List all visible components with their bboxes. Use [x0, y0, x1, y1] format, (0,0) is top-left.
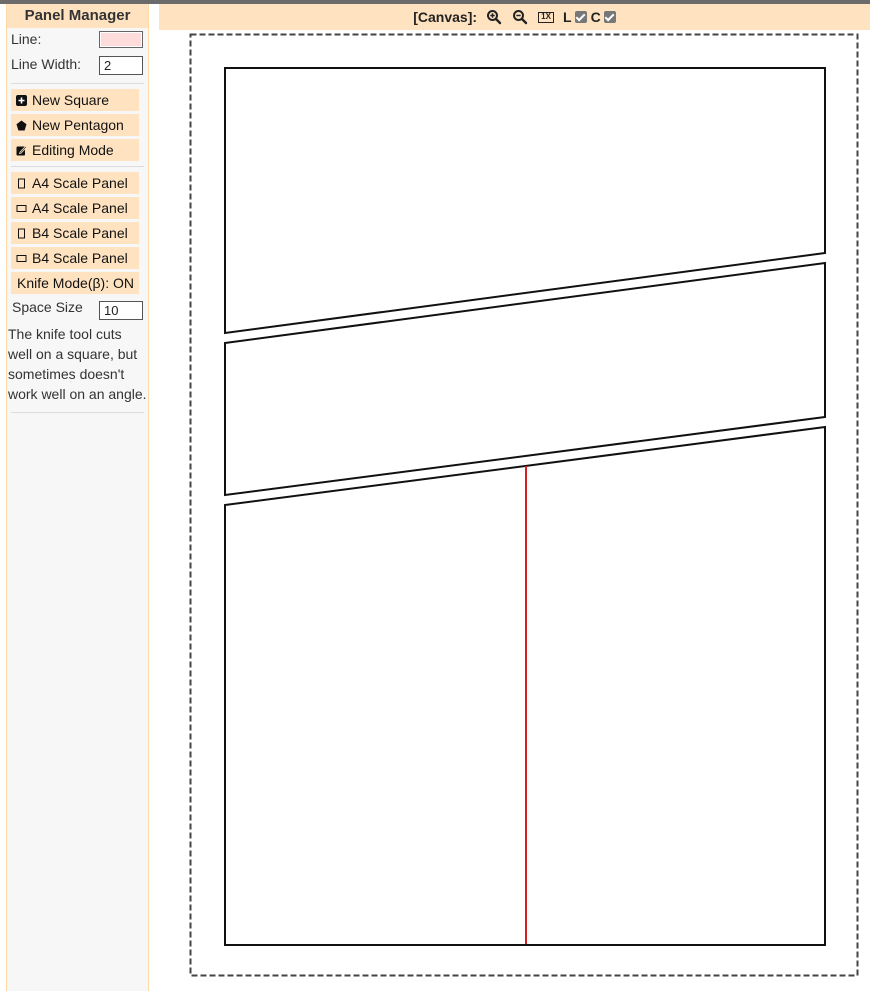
canvas-boundary — [189, 33, 859, 977]
comic-panel-top[interactable] — [224, 67, 826, 335]
comic-panel-middle[interactable] — [224, 261, 826, 497]
drawing-canvas[interactable] — [0, 0, 870, 991]
